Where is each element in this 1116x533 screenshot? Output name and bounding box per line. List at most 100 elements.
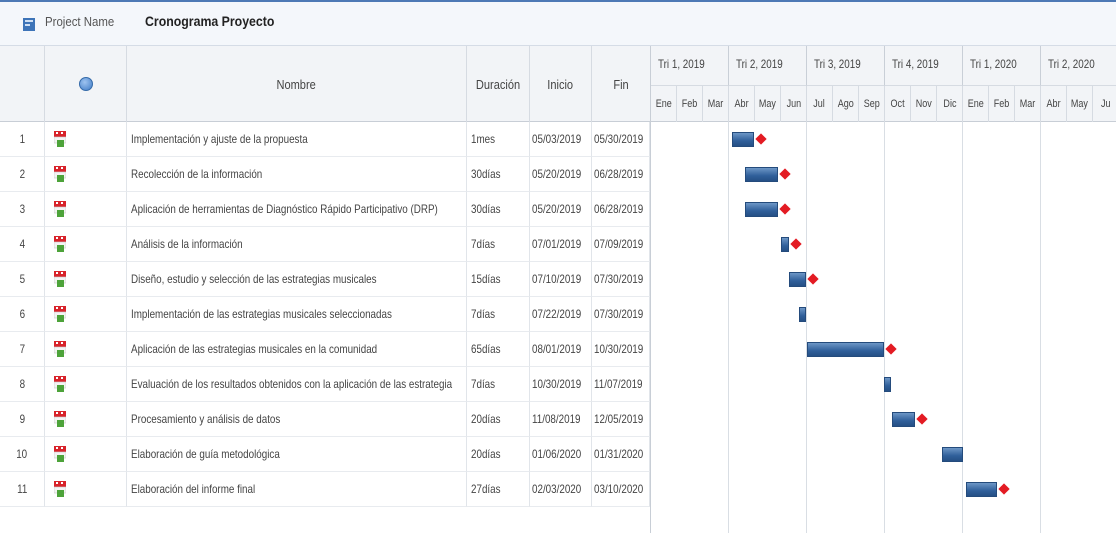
task-end-cell[interactable]: 07/09/2019 bbox=[592, 227, 650, 262]
task-name-cell[interactable]: Procesamiento y análisis de datos bbox=[127, 402, 467, 437]
task-name-cell[interactable]: Elaboración del informe final bbox=[127, 472, 467, 507]
task-start-cell[interactable]: 11/08/2019 bbox=[530, 402, 592, 437]
gantt-bar[interactable] bbox=[788, 272, 806, 287]
duration-column-header[interactable]: Duración bbox=[467, 46, 530, 122]
month-header: May bbox=[1067, 86, 1093, 122]
month-header: Jul bbox=[807, 86, 833, 122]
task-row[interactable]: 11 Elaboración del informe final 27días 02/… bbox=[0, 472, 650, 507]
task-name-cell[interactable]: Evaluación de los resultados obtenidos c… bbox=[127, 367, 467, 402]
task-end-cell[interactable]: 06/28/2019 bbox=[592, 192, 650, 227]
task-end-cell[interactable]: 06/28/2019 bbox=[592, 157, 650, 192]
task-start-cell[interactable]: 10/30/2019 bbox=[530, 367, 592, 402]
end-milestone-diamond[interactable] bbox=[916, 413, 928, 425]
task-start-cell[interactable]: 05/20/2019 bbox=[530, 157, 592, 192]
task-end-cell[interactable]: 07/30/2019 bbox=[592, 297, 650, 332]
task-start-cell[interactable]: 07/10/2019 bbox=[530, 262, 592, 297]
task-calendar-icon bbox=[54, 201, 66, 217]
task-duration-cell[interactable]: 1mes bbox=[467, 122, 530, 157]
task-duration-cell[interactable]: 15días bbox=[467, 262, 530, 297]
task-start-cell[interactable]: 02/03/2020 bbox=[530, 472, 592, 507]
task-icon-cell bbox=[45, 472, 127, 507]
end-milestone-diamond[interactable] bbox=[755, 133, 767, 145]
quarter-gridline bbox=[650, 122, 651, 533]
task-duration-cell[interactable]: 65días bbox=[467, 332, 530, 367]
task-icon-cell bbox=[45, 262, 127, 297]
quarter-header: Tri 2, 2020 bbox=[1041, 46, 1116, 86]
task-duration: 20días bbox=[471, 412, 501, 426]
task-start-cell[interactable]: 01/06/2020 bbox=[530, 437, 592, 472]
month-header: Feb bbox=[989, 86, 1015, 122]
task-start-cell[interactable]: 08/01/2019 bbox=[530, 332, 592, 367]
task-name-cell[interactable]: Aplicación de herramientas de Diagnóstic… bbox=[127, 192, 467, 227]
task-row[interactable]: 4 Análisis de la información 7días 07/01/20… bbox=[0, 227, 650, 262]
task-start-cell[interactable]: 07/01/2019 bbox=[530, 227, 592, 262]
task-end-cell[interactable]: 10/30/2019 bbox=[592, 332, 650, 367]
task-end-cell[interactable]: 07/30/2019 bbox=[592, 262, 650, 297]
gantt-bar[interactable] bbox=[883, 377, 892, 392]
task-duration-cell[interactable]: 20días bbox=[467, 402, 530, 437]
task-row[interactable]: 9 Procesamiento y análisis de datos 20días… bbox=[0, 402, 650, 437]
gantt-bar[interactable] bbox=[891, 412, 915, 427]
row-number-header bbox=[0, 46, 45, 122]
task-end: 07/30/2019 bbox=[594, 307, 644, 321]
end-milestone-diamond[interactable] bbox=[998, 483, 1010, 495]
task-row[interactable]: 8 Evaluación de los resultados obtenidos … bbox=[0, 367, 650, 402]
start-column-header[interactable]: Inicio bbox=[530, 46, 592, 122]
task-duration-cell[interactable]: 30días bbox=[467, 157, 530, 192]
task-row[interactable]: 5 Diseño, estudio y selección de las estr… bbox=[0, 262, 650, 297]
project-app: Project Name Cronograma Proyecto Nombre … bbox=[0, 0, 1116, 533]
end-milestone-diamond[interactable] bbox=[790, 238, 802, 250]
task-start-cell[interactable]: 05/20/2019 bbox=[530, 192, 592, 227]
task-row[interactable]: 2 Recolección de la información 30días 05/2… bbox=[0, 157, 650, 192]
task-end-cell[interactable]: 12/05/2019 bbox=[592, 402, 650, 437]
end-milestone-diamond[interactable] bbox=[885, 343, 897, 355]
gantt-bar[interactable] bbox=[942, 447, 963, 462]
end-milestone-diamond[interactable] bbox=[779, 168, 792, 180]
task-icon-cell bbox=[45, 437, 127, 472]
task-row[interactable]: 6 Implementación de las estrategias music… bbox=[0, 297, 650, 332]
task-name: Aplicación de las estrategias musicales … bbox=[131, 342, 378, 356]
task-start-cell[interactable]: 07/22/2019 bbox=[530, 297, 592, 332]
task-name-cell[interactable]: Diseño, estudio y selección de las estra… bbox=[127, 262, 467, 297]
gantt-bar[interactable] bbox=[807, 342, 884, 357]
task-duration-cell[interactable]: 7días bbox=[467, 227, 530, 262]
task-name-cell[interactable]: Aplicación de las estrategias musicales … bbox=[127, 332, 467, 367]
project-name-value[interactable]: Cronograma Proyecto bbox=[145, 13, 274, 29]
task-end: 01/31/2020 bbox=[594, 447, 644, 461]
month-header: Nov bbox=[911, 86, 937, 122]
end-column-header[interactable]: Fin bbox=[592, 46, 650, 122]
gantt-bar[interactable] bbox=[744, 202, 779, 217]
task-row[interactable]: 1 Implementación y ajuste de la propuesta… bbox=[0, 122, 650, 157]
task-name-cell[interactable]: Implementación de las estrategias musica… bbox=[127, 297, 467, 332]
task-row[interactable]: 10 Elaboración de guía metodológica 20días… bbox=[0, 437, 650, 472]
start-column-label: Inicio bbox=[547, 76, 574, 92]
task-duration-cell[interactable]: 7días bbox=[467, 297, 530, 332]
task-duration-cell[interactable]: 30días bbox=[467, 192, 530, 227]
task-row[interactable]: 3 Aplicación de herramientas de Diagnósti… bbox=[0, 192, 650, 227]
task-end-cell[interactable]: 01/31/2020 bbox=[592, 437, 650, 472]
task-end-cell[interactable]: 03/10/2020 bbox=[592, 472, 650, 507]
task-name-cell[interactable]: Recolección de la información bbox=[127, 157, 467, 192]
task-duration-cell[interactable]: 20días bbox=[467, 437, 530, 472]
gantt-bar[interactable] bbox=[799, 307, 806, 322]
task-name-cell[interactable]: Elaboración de guía metodológica bbox=[127, 437, 467, 472]
task-start: 08/01/2019 bbox=[532, 342, 582, 356]
gantt-bar[interactable] bbox=[731, 132, 754, 147]
task-start-cell[interactable]: 05/03/2019 bbox=[530, 122, 592, 157]
task-duration-cell[interactable]: 27días bbox=[467, 472, 530, 507]
end-milestone-diamond[interactable] bbox=[807, 273, 819, 285]
gantt-bar[interactable] bbox=[744, 167, 779, 182]
gantt-bar[interactable] bbox=[965, 482, 997, 497]
name-column-header[interactable]: Nombre bbox=[127, 46, 467, 122]
gantt-bar[interactable] bbox=[781, 237, 789, 252]
info-column-header[interactable] bbox=[45, 46, 127, 122]
task-row[interactable]: 7 Aplicación de las estrategias musicales… bbox=[0, 332, 650, 367]
end-milestone-diamond[interactable] bbox=[779, 203, 792, 215]
task-name-cell[interactable]: Análisis de la información bbox=[127, 227, 467, 262]
task-duration-cell[interactable]: 7días bbox=[467, 367, 530, 402]
task-end-cell[interactable]: 11/07/2019 bbox=[592, 367, 650, 402]
task-name-cell[interactable]: Implementación y ajuste de la propuesta bbox=[127, 122, 467, 157]
row-number: 6 bbox=[0, 297, 45, 332]
task-end-cell[interactable]: 05/30/2019 bbox=[592, 122, 650, 157]
task-start: 05/20/2019 bbox=[532, 167, 582, 181]
